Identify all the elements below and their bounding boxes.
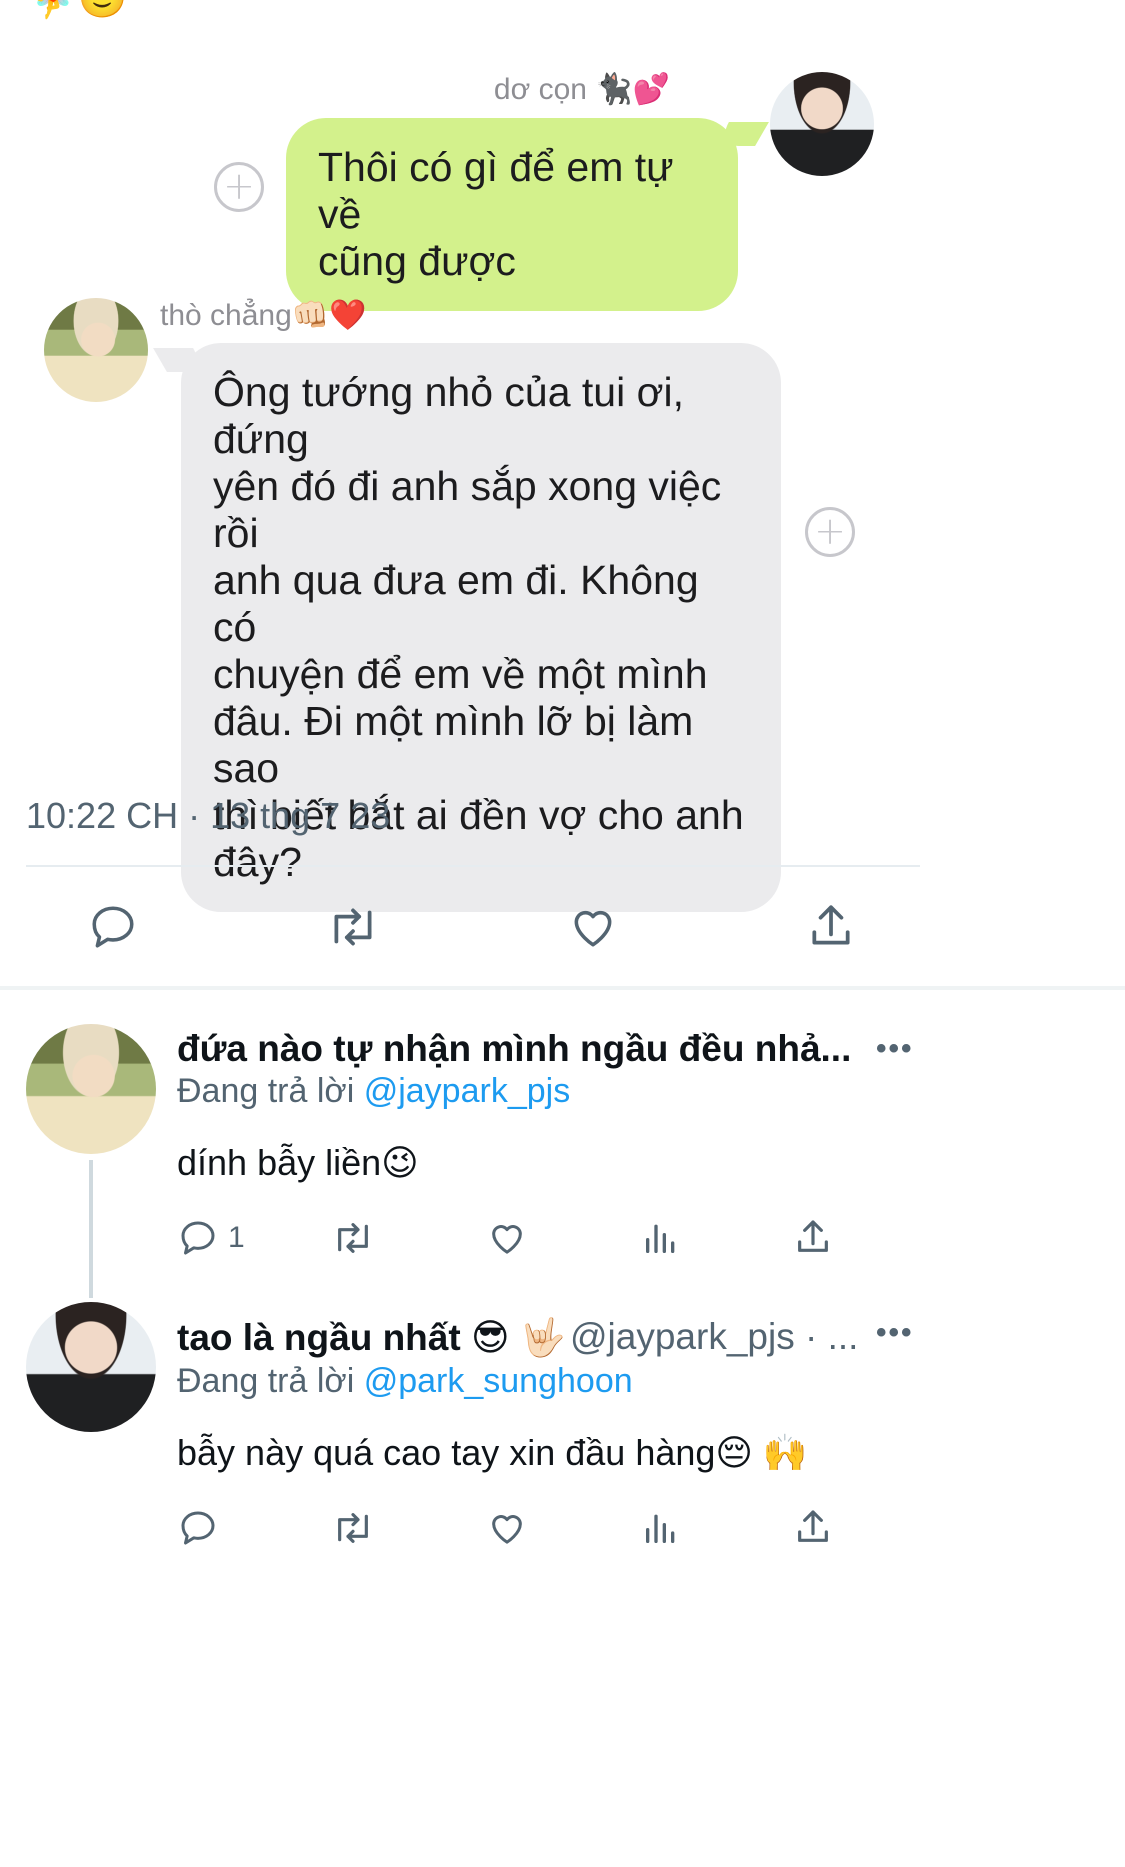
avatar [44,298,148,402]
reply-count: 1 [228,1221,245,1254]
like-icon[interactable] [567,902,619,952]
mention-link[interactable]: @jaypark_pjs [364,1072,571,1110]
replying-to-prefix: Đang trả lời [177,1072,364,1110]
reply-text: dính bẫy liền😉 [177,1142,419,1183]
views-icon[interactable] [641,1508,681,1553]
avatar[interactable] [26,1024,156,1154]
chat-text-line: đây? [213,839,302,885]
top-emoji-row: 🧚🙂 [28,0,128,18]
replying-to-prefix: Đang trả lời [177,1362,364,1400]
reply-icon[interactable] [178,1508,218,1553]
reply-text: bẫy này quá cao tay xin đầu hàng😔 🙌 [177,1432,808,1473]
chat-text-line: chuyện để em về một mình [213,651,708,697]
more-options-icon[interactable]: ••• [876,1032,914,1066]
chat-text-line: Thôi có gì để em tự về [318,144,674,237]
chat-text-line: đâu. Đi một mình lỡ bị làm sao [213,698,694,791]
divider [26,865,920,867]
replying-to: Đang trả lời @jaypark_pjs [177,1072,570,1111]
section-divider [0,986,1125,990]
reply-icon [181,1221,215,1255]
tweet-timestamp[interactable]: 10:22 CH · 13 thg 7 23 [26,795,390,837]
reply-author-name[interactable]: đứa nào tự nhận mình ngầu đều nhả... [177,1028,851,1070]
thread-connector [89,1160,93,1298]
like-icon[interactable] [486,1218,528,1263]
chat-bubble-outgoing: Thôi có gì để em tự về cũng được [286,118,738,311]
share-icon[interactable] [793,1216,833,1263]
retweet-icon[interactable] [331,1218,375,1263]
mention-link[interactable]: @park_sunghoon [364,1362,633,1400]
reply-icon[interactable] [88,902,138,952]
add-reaction-icon: + [214,162,264,212]
more-options-icon[interactable]: ••• [876,1316,914,1350]
share-icon[interactable] [806,900,856,952]
chat-text-line: cũng được [318,238,516,284]
share-icon[interactable] [793,1506,833,1553]
chat-text-line: anh qua đưa em đi. Không có [213,557,699,650]
views-icon[interactable] [641,1218,681,1263]
avatar [770,72,874,176]
chat-text-line: yên đó đi anh sắp xong việc rồi [213,463,722,556]
reply-button[interactable]: 1 [178,1218,245,1258]
chat-sender-name: thò chẳng👊🏻❤️ [160,299,367,332]
chat-sender-name: dơ cọn 🐈‍⬛💕 [493,73,670,106]
reply-author-name[interactable]: tao là ngầu nhất 😎 🤟🏻 [177,1316,566,1360]
retweet-icon[interactable] [326,902,380,952]
reply-author-handle[interactable]: @jaypark_pjs · ... [570,1316,858,1358]
add-reaction-icon: + [805,507,855,557]
retweet-icon[interactable] [331,1508,375,1553]
chat-text-line: Ông tướng nhỏ của tui ơi, đứng [213,369,684,462]
replying-to: Đang trả lời @park_sunghoon [177,1362,633,1401]
avatar[interactable] [26,1302,156,1432]
like-icon[interactable] [486,1508,528,1553]
